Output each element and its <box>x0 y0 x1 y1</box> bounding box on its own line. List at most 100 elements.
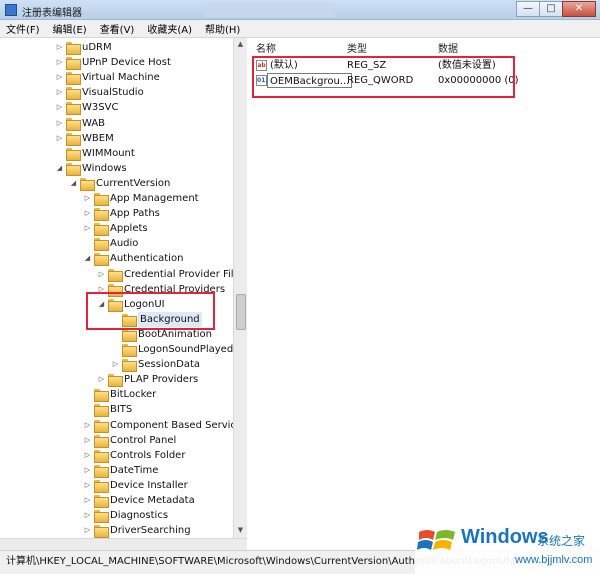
tree-item-label: W3SVC <box>82 102 119 114</box>
tree-item[interactable]: ▷ DateTime <box>0 463 233 478</box>
scroll-up-arrow-icon[interactable]: ▲ <box>236 40 245 48</box>
folder-icon <box>94 193 109 206</box>
column-header-type[interactable]: 类型 <box>347 40 367 55</box>
tree-item[interactable]: ▷ Device Metadata <box>0 493 233 508</box>
tree-item-label: Virtual Machine <box>82 72 160 84</box>
tree-item[interactable]: ◢ Authentication <box>0 251 233 267</box>
expand-arrow-icon[interactable]: ▷ <box>111 357 120 372</box>
tree-item-label: Applets <box>110 223 148 235</box>
tree-item[interactable]: ▷ W3SVC <box>0 100 233 116</box>
tree-item-label: Control Panel <box>110 434 177 446</box>
column-header-name[interactable]: 名称 <box>256 40 276 55</box>
tree-item[interactable]: ▷ uDRM <box>0 40 233 55</box>
folder-icon <box>94 510 109 524</box>
scrollbar-thumb[interactable] <box>236 294 246 330</box>
tree-item[interactable]: ▷ WAB <box>0 116 233 131</box>
folder-icon <box>66 87 81 101</box>
menu-edit[interactable]: 编辑(E) <box>53 21 87 36</box>
tree-item[interactable]: ▷ Credential Provider Filter <box>0 267 246 282</box>
tree-vertical-scrollbar[interactable]: ▲ ▼ <box>233 38 247 538</box>
expand-arrow-icon[interactable]: ▷ <box>55 40 64 55</box>
folder-icon <box>94 389 109 403</box>
registry-key-tree[interactable]: ▷ uDRM ▷ UPnP Device Host ▷ Virtual Machine ▷ V… <box>0 38 247 538</box>
tree-item[interactable]: ▷ App Management <box>0 191 233 206</box>
tree-item[interactable]: ▷ Virtual Machine <box>0 70 233 86</box>
tree-item[interactable]: ▷ Device Installer <box>0 478 233 493</box>
watermark: Windows 系统之家 www.bjjmlv.com <box>415 520 600 574</box>
tree-horizontal-scrollbar[interactable] <box>0 538 247 550</box>
expand-arrow-icon[interactable]: ▷ <box>83 523 92 538</box>
tree-item-label: UPnP Device Host <box>82 57 171 69</box>
expand-arrow-icon[interactable]: ▷ <box>83 206 92 221</box>
folder-icon <box>122 344 137 357</box>
tree-item-label: Component Based Servicing <box>110 419 247 431</box>
tree-item[interactable]: ▷ Control Panel <box>0 433 233 448</box>
column-header-data[interactable]: 数据 <box>438 40 458 55</box>
registry-value-list[interactable]: 名称 类型 数据 ab (默认) REG_SZ (数值未设置) 011 OEMB… <box>250 38 600 538</box>
watermark-subtitle: 系统之家 <box>537 534 586 548</box>
tree-item[interactable]: ▷ SessionData <box>0 357 233 373</box>
tree-item[interactable]: ▷ PLAP Providers <box>0 372 233 388</box>
scroll-down-arrow-icon[interactable]: ▼ <box>236 526 245 534</box>
tree-item-label: BitLocker <box>110 389 157 401</box>
tree-item[interactable]: LogonSoundPlayed <box>0 342 233 357</box>
expand-arrow-icon[interactable]: ▷ <box>83 448 92 463</box>
maximize-button[interactable]: □ <box>539 1 563 17</box>
folder-icon <box>122 359 137 373</box>
tree-item[interactable]: ▷ Diagnostics <box>0 508 233 524</box>
folder-icon <box>94 238 109 252</box>
collapse-arrow-icon[interactable]: ◢ <box>69 176 78 191</box>
tree-item[interactable]: ▷ WBEM <box>0 131 233 146</box>
tree-item[interactable]: WIMMount <box>0 146 233 161</box>
expand-arrow-icon[interactable]: ▷ <box>83 493 92 508</box>
expand-arrow-icon[interactable]: ▷ <box>55 85 64 100</box>
tree-item[interactable]: ▷ UPnP Device Host <box>0 55 233 71</box>
blurred-title-area <box>205 2 335 17</box>
expand-arrow-icon[interactable]: ▷ <box>83 433 92 448</box>
tree-item[interactable]: Audio <box>0 236 233 252</box>
tree-item[interactable]: ▷ Applets <box>0 221 233 237</box>
tree-item[interactable]: ▷ Component Based Servicing <box>0 418 246 433</box>
window-title: 注册表编辑器 <box>22 8 82 19</box>
expand-arrow-icon[interactable]: ▷ <box>55 70 64 85</box>
expand-arrow-icon[interactable]: ▷ <box>55 131 64 146</box>
tree-item-label: WBEM <box>82 132 114 144</box>
menu-help[interactable]: 帮助(H) <box>205 21 240 36</box>
folder-icon <box>108 374 123 388</box>
watermark-brand: Windows <box>461 526 549 548</box>
expand-arrow-icon[interactable]: ▷ <box>83 221 92 236</box>
expand-arrow-icon[interactable]: ▷ <box>83 508 92 523</box>
expand-arrow-icon[interactable]: ▷ <box>55 100 64 115</box>
tree-item-label: WIMMount <box>82 147 135 159</box>
expand-arrow-icon[interactable]: ▷ <box>83 463 92 478</box>
menu-view[interactable]: 查看(V) <box>100 21 135 36</box>
tree-item-label: Device Installer <box>110 479 188 491</box>
menu-file[interactable]: 文件(F) <box>6 21 40 36</box>
tree-item-label: LogonSoundPlayed <box>138 344 234 355</box>
folder-icon <box>94 479 109 493</box>
folder-icon <box>94 449 109 463</box>
folder-icon <box>66 117 81 131</box>
expand-arrow-icon[interactable]: ▷ <box>83 418 92 433</box>
expand-arrow-icon[interactable]: ▷ <box>97 372 106 387</box>
menu-favorites[interactable]: 收藏夹(A) <box>147 21 192 36</box>
tree-item[interactable]: BitLocker <box>0 387 233 403</box>
minimize-button[interactable]: — <box>516 1 540 17</box>
collapse-arrow-icon[interactable]: ◢ <box>55 161 64 176</box>
tree-item[interactable]: ◢ CurrentVersion <box>0 176 233 191</box>
tree-item[interactable]: ▷ App Paths <box>0 206 233 222</box>
expand-arrow-icon[interactable]: ▷ <box>55 55 64 70</box>
tree-item[interactable]: ▷ DriverSearching <box>0 523 233 538</box>
folder-icon <box>94 253 109 267</box>
tree-item[interactable]: BITS <box>0 402 233 418</box>
close-button[interactable]: ✕ <box>562 1 596 17</box>
tree-item[interactable]: ▷ Controls Folder <box>0 448 233 463</box>
expand-arrow-icon[interactable]: ▷ <box>83 478 92 493</box>
tree-item[interactable]: ▷ VisualStudio <box>0 85 233 101</box>
collapse-arrow-icon[interactable]: ◢ <box>83 251 92 266</box>
expand-arrow-icon[interactable]: ▷ <box>55 116 64 131</box>
expand-arrow-icon[interactable]: ▷ <box>83 191 92 206</box>
tree-item[interactable]: ◢ Windows <box>0 161 233 176</box>
tree-item-label: Audio <box>110 238 139 250</box>
expand-arrow-icon[interactable]: ▷ <box>97 267 106 282</box>
